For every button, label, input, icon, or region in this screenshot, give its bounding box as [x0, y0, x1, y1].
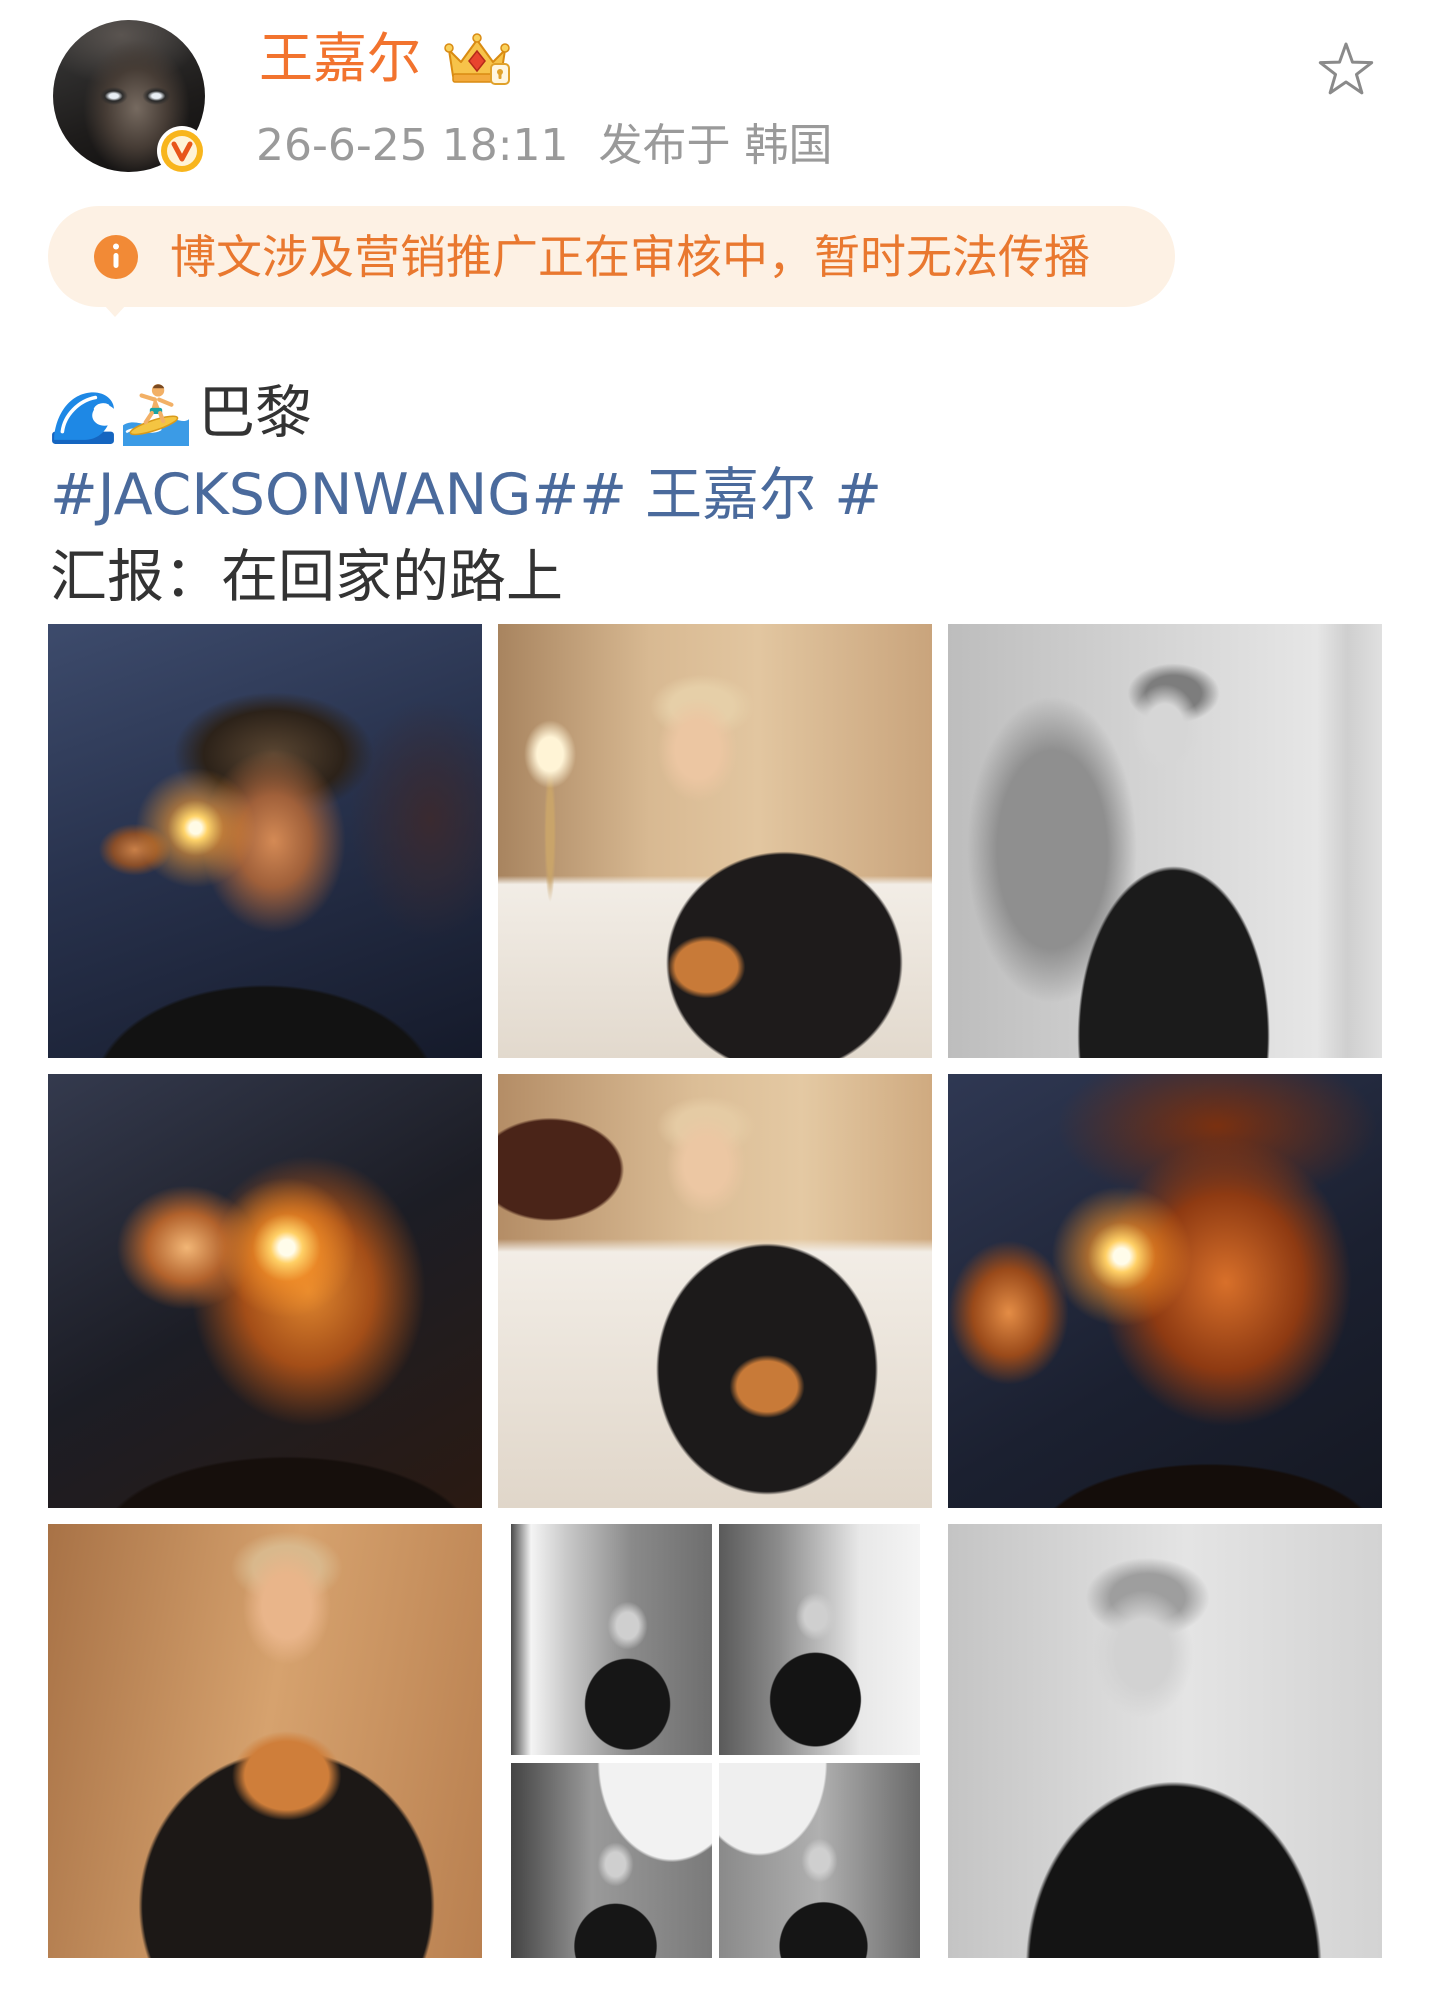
photo-grid — [48, 624, 1382, 1958]
person-surfing-icon — [123, 380, 189, 446]
photo-thumbnail-8[interactable] — [498, 1524, 932, 1958]
post-location: 发布于 韩国 — [598, 120, 833, 171]
post-line-1-text: 巴黎 — [198, 380, 312, 446]
post-timestamp: 26-6-25 18:11 — [256, 120, 569, 171]
post-meta: 26-6-25 18:11 发布于 韩国 — [256, 118, 833, 174]
water-wave-icon — [50, 380, 116, 446]
verified-badge-icon — [156, 125, 208, 177]
photo-thumbnail-5[interactable] — [498, 1074, 932, 1508]
user-name-row: 王嘉尔 — [259, 24, 513, 94]
weibo-post: 王嘉尔 26-6-25 18:11 发布于 韩国 博文涉及营销推广正在审核中，暂… — [0, 0, 1440, 1993]
info-icon — [93, 234, 139, 280]
star-outline-icon[interactable] — [1313, 38, 1379, 104]
topic-link-jacksonwang[interactable]: #JACKSONWANG# — [50, 462, 579, 528]
photo-collage-cell — [719, 1524, 920, 1755]
photo-collage-cell — [719, 1763, 920, 1958]
photo-thumbnail-6[interactable] — [948, 1074, 1382, 1508]
review-notice-banner: 博文涉及营销推广正在审核中，暂时无法传播 — [48, 206, 1175, 307]
user-name[interactable]: 王嘉尔 — [259, 24, 421, 94]
photo-thumbnail-2[interactable] — [498, 624, 932, 1058]
topic-link-wangjiaer[interactable]: # 王嘉尔 # — [579, 462, 882, 528]
post-content: 巴黎 #JACKSONWANG## 王嘉尔 # 汇报：在回家的路上 — [50, 372, 1390, 618]
notice-pointer — [104, 305, 126, 317]
photo-thumbnail-3[interactable] — [948, 624, 1382, 1058]
post-line-3: 汇报：在回家的路上 — [50, 544, 563, 610]
photo-collage-cell — [511, 1763, 712, 1958]
topic-line: #JACKSONWANG## 王嘉尔 # — [50, 454, 1390, 536]
photo-thumbnail-9[interactable] — [948, 1524, 1382, 1958]
post-line-1: 巴黎 — [50, 372, 1390, 454]
photo-thumbnail-1[interactable] — [48, 624, 482, 1058]
member-crown-icon[interactable] — [441, 30, 513, 88]
photo-thumbnail-7[interactable] — [48, 1524, 482, 1958]
photo-collage-cell — [511, 1524, 712, 1755]
review-notice-text: 博文涉及营销推广正在审核中，暂时无法传播 — [170, 229, 1090, 284]
photo-thumbnail-4[interactable] — [48, 1074, 482, 1508]
